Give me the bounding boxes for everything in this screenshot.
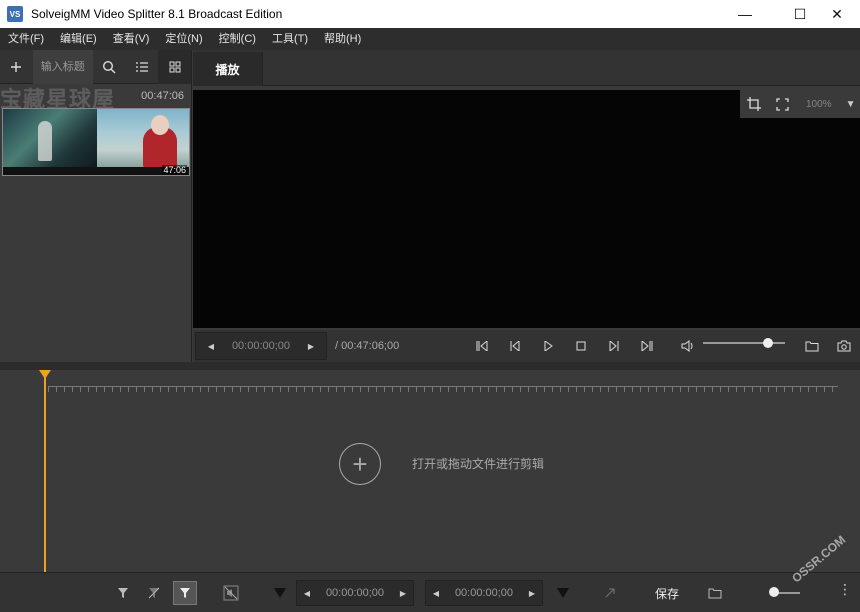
marker-end-icon[interactable] bbox=[551, 581, 575, 605]
time-next-arrow-icon[interactable]: ▶ bbox=[296, 332, 326, 360]
app-icon: VS bbox=[7, 6, 23, 22]
go-to-end-button[interactable] bbox=[630, 332, 663, 360]
add-file-button[interactable] bbox=[0, 50, 33, 84]
window-title: SolveigMM Video Splitter 8.1 Broadcast E… bbox=[31, 7, 283, 21]
menu-bar: 文件(F) 编辑(E) 查看(V) 定位(N) 控制(C) 工具(T) 帮助(H… bbox=[0, 28, 860, 50]
search-icon bbox=[102, 60, 116, 73]
menu-view[interactable]: 查看(V) bbox=[105, 28, 158, 50]
minimize-button[interactable]: — bbox=[722, 0, 768, 28]
plus-icon bbox=[11, 61, 22, 72]
zoom-level[interactable]: 100% bbox=[806, 99, 832, 110]
start-prev-arrow-icon[interactable]: ◀ bbox=[297, 580, 317, 606]
start-time-field[interactable]: 00:00:00;00 bbox=[317, 587, 393, 599]
marker-start-icon[interactable] bbox=[268, 581, 292, 605]
menu-control[interactable]: 控制(C) bbox=[211, 28, 264, 50]
player-tab-bar: 播放 bbox=[193, 50, 860, 86]
open-folder-button[interactable] bbox=[795, 332, 828, 360]
add-media-button[interactable]: + bbox=[339, 443, 381, 485]
funnel-selected-icon bbox=[180, 588, 190, 598]
filter-toggle-button[interactable] bbox=[173, 581, 197, 605]
stop-icon bbox=[576, 341, 585, 351]
folder-icon bbox=[805, 341, 818, 352]
panel-splitter[interactable] bbox=[0, 362, 860, 370]
clear-filter-button[interactable] bbox=[142, 581, 166, 605]
crop-icon bbox=[747, 97, 761, 111]
title-search-input[interactable]: 输入标题 bbox=[32, 49, 93, 84]
play-button[interactable] bbox=[531, 332, 564, 360]
previous-frame-button[interactable] bbox=[498, 332, 531, 360]
tab-play[interactable]: 播放 bbox=[193, 52, 263, 86]
title-bar: VS SolveigMM Video Splitter 8.1 Broadcas… bbox=[0, 0, 860, 28]
menu-file[interactable]: 文件(F) bbox=[0, 28, 52, 50]
library-toolbar: 输入标题 bbox=[0, 49, 191, 84]
media-library-panel: 输入标题 宝藏星球屋 00:47:06 47:06 bbox=[0, 49, 192, 362]
thumbnail-figure bbox=[38, 121, 52, 161]
end-time-control: ◀ 00:00:00;00 ▶ bbox=[425, 580, 543, 606]
video-preview[interactable]: 100% ▼ bbox=[193, 90, 860, 328]
speaker-icon bbox=[681, 340, 692, 352]
funnel-icon bbox=[118, 588, 128, 598]
filter-button[interactable] bbox=[111, 581, 135, 605]
total-duration-label: 00:47:06 bbox=[141, 90, 184, 102]
current-time-field[interactable]: 00:00:00;00 bbox=[226, 340, 296, 352]
skip-end-icon bbox=[641, 341, 652, 351]
crop-button[interactable] bbox=[740, 90, 768, 118]
output-folder-button[interactable] bbox=[703, 581, 727, 605]
timeline-ruler[interactable] bbox=[48, 386, 838, 394]
playhead-line[interactable] bbox=[44, 374, 46, 572]
preview-toolbar: 100% ▼ bbox=[740, 90, 860, 118]
mute-audio-button[interactable] bbox=[219, 581, 243, 605]
end-prev-arrow-icon[interactable]: ◀ bbox=[426, 580, 446, 606]
zoom-dropdown-icon[interactable]: ▼ bbox=[846, 99, 856, 110]
step-forward-icon bbox=[609, 341, 618, 351]
search-button[interactable] bbox=[93, 50, 126, 84]
timeline-zoom-knob[interactable] bbox=[769, 587, 779, 597]
start-next-arrow-icon[interactable]: ▶ bbox=[393, 580, 413, 606]
grid-view-button[interactable] bbox=[158, 49, 191, 84]
go-to-start-button[interactable] bbox=[465, 332, 498, 360]
playback-bar: ◀ 00:00:00;00 ▶ / 00:47:06;00 bbox=[193, 330, 860, 362]
fullscreen-icon bbox=[775, 97, 789, 111]
open-file-hint: 打开或拖动文件进行剪辑 bbox=[412, 457, 545, 471]
camera-icon bbox=[837, 340, 850, 352]
funnel-off-icon bbox=[148, 587, 160, 599]
stop-button[interactable] bbox=[564, 332, 597, 360]
mute-icon bbox=[223, 585, 239, 601]
end-time-field[interactable]: 00:00:00;00 bbox=[446, 587, 522, 599]
menu-help[interactable]: 帮助(H) bbox=[316, 28, 369, 50]
end-next-arrow-icon[interactable]: ▶ bbox=[522, 580, 542, 606]
more-options-icon[interactable]: ⋮ bbox=[838, 581, 852, 598]
play-icon bbox=[544, 341, 553, 351]
next-frame-button[interactable] bbox=[597, 332, 630, 360]
save-button[interactable]: 保存 bbox=[636, 580, 698, 606]
export-arrow-icon bbox=[605, 588, 615, 598]
bottom-toolbar: ◀ 00:00:00;00 ▶ ◀ 00:00:00;00 ▶ 保存 ⋮ bbox=[0, 572, 860, 612]
folder-icon bbox=[708, 588, 722, 599]
close-button[interactable]: ✕ bbox=[814, 0, 860, 28]
list-icon bbox=[135, 61, 148, 72]
menu-navigate[interactable]: 定位(N) bbox=[157, 28, 210, 50]
thumbnail-face bbox=[151, 115, 169, 135]
total-time-label: / 00:47:06;00 bbox=[335, 340, 400, 352]
menu-edit[interactable]: 编辑(E) bbox=[52, 28, 105, 50]
current-time-control: ◀ 00:00:00;00 ▶ bbox=[195, 332, 327, 360]
fullscreen-button[interactable] bbox=[768, 90, 796, 118]
time-prev-arrow-icon[interactable]: ◀ bbox=[196, 332, 226, 360]
export-mode-button[interactable] bbox=[598, 581, 622, 605]
skip-start-icon bbox=[476, 341, 487, 351]
grid-icon bbox=[169, 61, 181, 72]
menu-tools[interactable]: 工具(T) bbox=[264, 28, 316, 50]
video-clip-thumbnail[interactable]: 47:06 bbox=[2, 108, 190, 176]
volume-slider-knob[interactable] bbox=[763, 338, 773, 348]
volume-button[interactable] bbox=[671, 332, 704, 360]
timeline-area[interactable]: + 打开或拖动文件进行剪辑 bbox=[0, 370, 860, 572]
step-back-icon bbox=[510, 341, 519, 351]
clip-duration-badge: 47:06 bbox=[162, 165, 187, 175]
snapshot-button[interactable] bbox=[827, 332, 860, 360]
start-time-control: ◀ 00:00:00;00 ▶ bbox=[296, 580, 414, 606]
list-view-button[interactable] bbox=[125, 50, 158, 84]
